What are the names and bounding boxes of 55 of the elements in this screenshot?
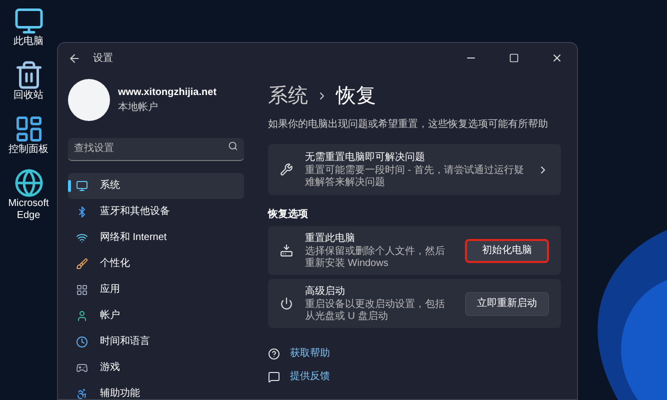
nav-item[interactable]: 时间和语言 (68, 328, 244, 354)
wrench-icon (280, 163, 293, 176)
option-button[interactable]: 立即重新启动 (465, 292, 549, 316)
monitor-icon[interactable] (14, 6, 44, 36)
desktop-icon-label[interactable]: 回收站 (14, 90, 44, 102)
wifi-icon (76, 232, 88, 244)
desktop-icon-label[interactable]: 此电脑 (14, 36, 44, 48)
accessibility-icon (76, 388, 88, 399)
help-link[interactable]: 获取帮助 (290, 346, 330, 361)
account-name: www.xitongzhijia.net (118, 86, 217, 100)
option-title: 高级启动 (305, 284, 346, 298)
message-icon (268, 370, 280, 382)
page-subtitle: 如果你的电脑出现问题或希望重置，这些恢复选项可能有所帮助 (268, 118, 549, 132)
breadcrumb-parent[interactable]: 系统 (268, 81, 308, 111)
account-type: 本地帐户 (118, 100, 159, 115)
desktop-icon-label[interactable]: Microsoft Edge (1, 198, 56, 222)
nav-item[interactable]: 游戏 (68, 354, 244, 380)
globe-icon[interactable] (14, 168, 44, 198)
desktop-icon-label[interactable]: 控制面板 (8, 144, 48, 156)
option-title: 重置此电脑 (305, 232, 356, 246)
help-icon (268, 348, 280, 360)
close-icon[interactable] (551, 52, 563, 64)
grid-icon (76, 284, 88, 296)
nav-item[interactable]: 个性化 (68, 250, 244, 276)
window-title: 设置 (93, 52, 113, 66)
card-title: 无需重置电脑即可解决问题 (305, 150, 426, 164)
avatar (68, 79, 110, 121)
option-description: 重启设备以更改启动设置，包括从光盘或 U 盘启动 (305, 299, 446, 323)
bluetooth-icon (76, 206, 88, 218)
search-field[interactable]: 查找设置 (68, 138, 244, 160)
clock-icon (76, 336, 88, 348)
search-icon[interactable] (228, 141, 238, 151)
nav-item[interactable]: 蓝牙和其他设备 (68, 198, 244, 224)
dashboard-icon[interactable] (14, 114, 44, 144)
user-icon (76, 310, 88, 322)
option-description: 选择保留或删除个人文件，然后重新安装 Windows (305, 246, 446, 270)
card-description: 重置可能需要一段时间 - 首先，请尝试通过运行疑难解答来解决问题 (305, 165, 525, 189)
trash-icon[interactable] (14, 60, 44, 90)
option-button[interactable]: 初始化电脑 (465, 238, 549, 262)
help-link[interactable]: 提供反馈 (290, 369, 330, 384)
nav-item[interactable]: 应用 (68, 276, 244, 302)
nav-item[interactable]: 系统 (68, 172, 244, 198)
nav-item[interactable]: 帐户 (68, 302, 244, 328)
maximize-icon[interactable] (509, 53, 519, 63)
drive-icon (280, 244, 293, 257)
power-icon (280, 297, 293, 310)
monitor-icon (76, 180, 88, 192)
gamepad-icon (76, 362, 88, 374)
nav-item[interactable]: 辅助功能 (68, 380, 244, 399)
section-title: 恢复选项 (268, 208, 309, 222)
page-title: 恢复 (336, 84, 376, 109)
brush-icon (76, 258, 88, 270)
nav-item[interactable]: 网络和 Internet (68, 224, 244, 250)
back-icon[interactable] (68, 52, 81, 64)
troubleshoot-card[interactable]: 无需重置电脑即可解决问题 重置可能需要一段时间 - 首先，请尝试通过运行疑难解答来解决问题 (268, 144, 561, 195)
